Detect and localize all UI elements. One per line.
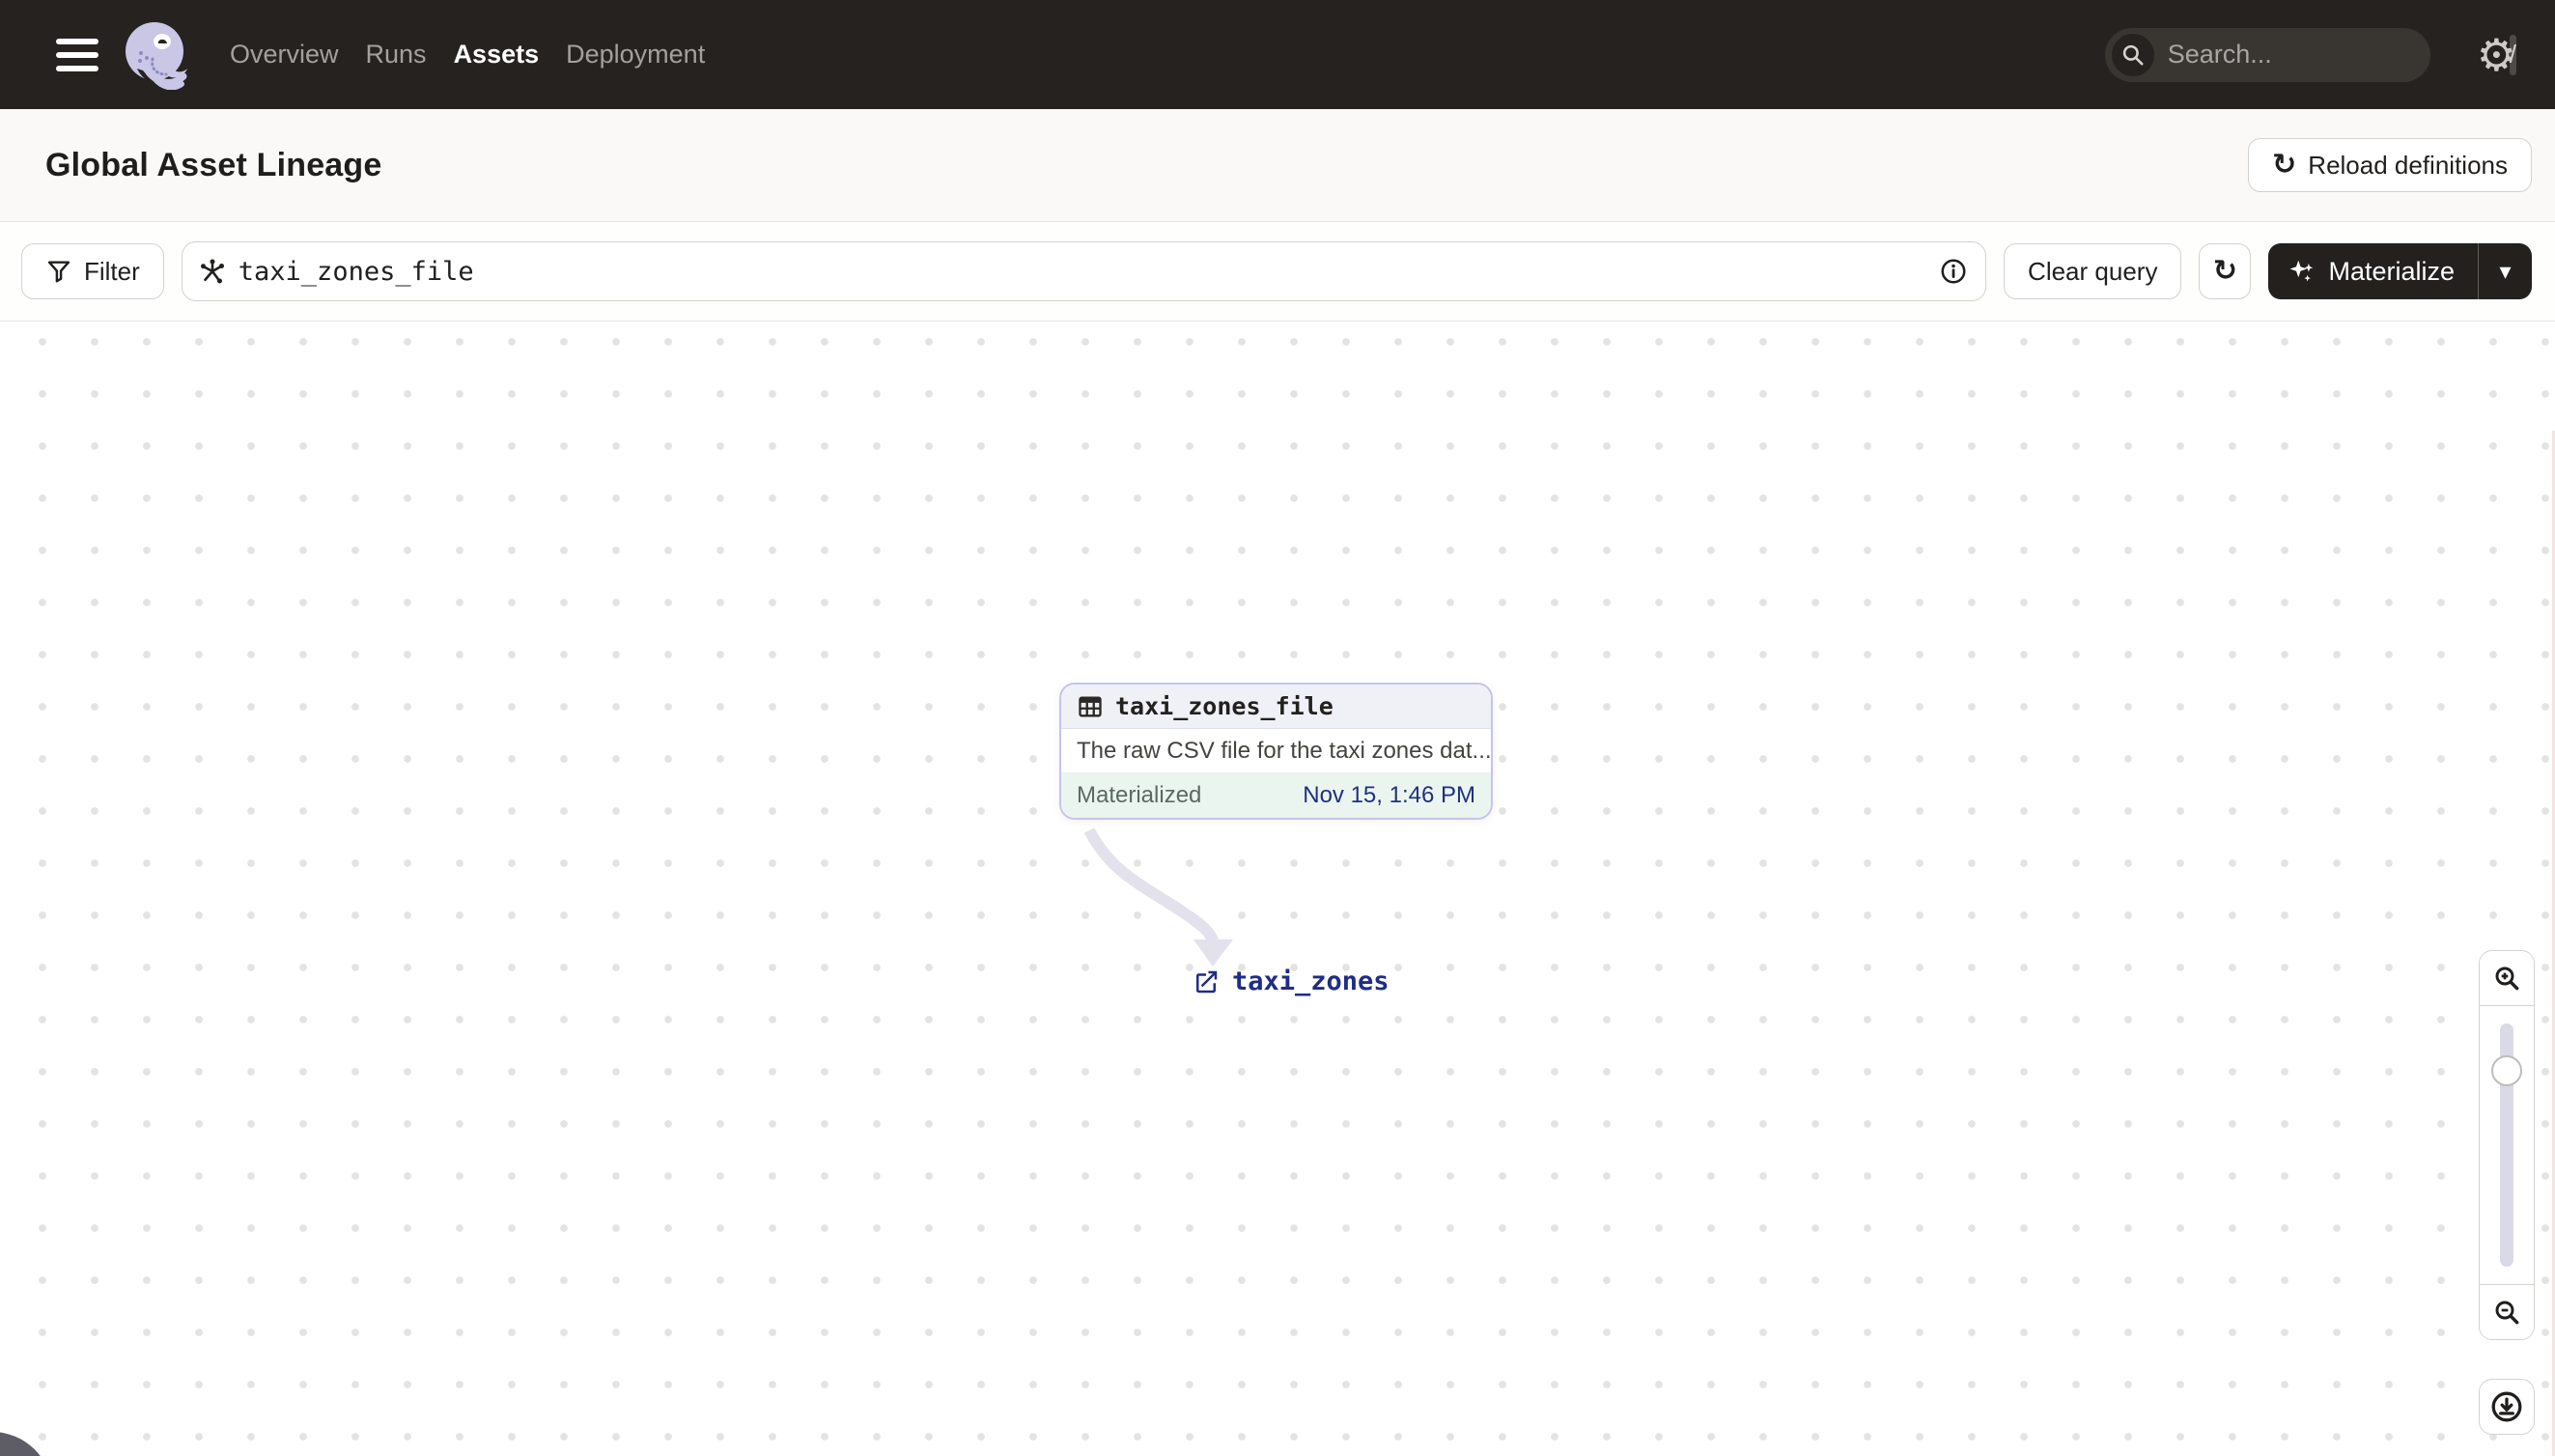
zoom-in-button[interactable]	[2480, 951, 2534, 1005]
asset-node-header[interactable]: taxi_zones_file	[1061, 685, 1491, 729]
page-title: Global Asset Lineage	[45, 146, 382, 183]
materialize-button[interactable]: Materialize	[2268, 243, 2478, 299]
asset-selection-input[interactable]: taxi_zones_file	[181, 241, 1987, 301]
dagster-logo-icon[interactable]	[124, 20, 189, 90]
reload-icon: ↻	[2272, 148, 2297, 182]
materialize-options-caret[interactable]: ▾	[2478, 243, 2532, 299]
zoom-slider[interactable]	[2480, 1005, 2534, 1285]
reload-definitions-button[interactable]: ↻ Reload definitions	[2248, 138, 2532, 192]
query-info-icon[interactable]	[1939, 257, 1968, 286]
materialize-split-button: Materialize ▾	[2268, 243, 2532, 299]
asset-description: The raw CSV file for the taxi zones dat.…	[1061, 729, 1491, 773]
asset-name: taxi_zones_file	[1115, 692, 1334, 720]
nav-assets[interactable]: Assets	[454, 40, 540, 70]
status-badge: Materialized	[1077, 782, 1202, 808]
asset-status-row: Materialized Nov 15, 1:46 PM	[1061, 773, 1491, 818]
top-nav: Overview Runs Assets Deployment / ⚙	[0, 0, 2555, 109]
clear-query-button[interactable]: Clear query	[2004, 243, 2182, 299]
asset-query-value[interactable]: taxi_zones_file	[227, 257, 1939, 287]
refresh-graph-button[interactable]: ↻	[2199, 243, 2252, 299]
global-search[interactable]: /	[2104, 27, 2516, 82]
nav-deployment[interactable]: Deployment	[566, 40, 705, 70]
downstream-asset-name: taxi_zones	[1232, 966, 1390, 996]
download-image-button[interactable]	[2479, 1379, 2535, 1435]
zoom-in-icon	[2495, 966, 2519, 991]
nav-overview[interactable]: Overview	[230, 40, 339, 70]
lineage-toolbar: Filter taxi_zones_file Clear query ↻ Mat…	[0, 222, 2555, 322]
search-input[interactable]	[2153, 40, 2510, 70]
zoom-out-icon	[2495, 1301, 2519, 1325]
search-icon	[2111, 33, 2154, 76]
downstream-asset-taxi-zones[interactable]: taxi_zones	[1192, 966, 1390, 996]
zoom-slider-thumb[interactable]	[2491, 1055, 2522, 1086]
page-header: Global Asset Lineage ↻ Reload definition…	[0, 109, 2555, 222]
funnel-icon	[47, 261, 70, 283]
lineage-canvas[interactable]: taxi_zones_file The raw CSV file for the…	[0, 322, 2555, 1456]
table-icon	[1079, 696, 1102, 716]
primary-nav: Overview Runs Assets Deployment	[230, 40, 705, 70]
zoom-out-button[interactable]	[2480, 1285, 2534, 1339]
refresh-icon: ↻	[2212, 254, 2238, 288]
open-in-new-icon	[1196, 970, 1218, 993]
download-icon	[2491, 1391, 2522, 1422]
asset-node-taxi-zones-file[interactable]: taxi_zones_file The raw CSV file for the…	[1059, 683, 1493, 820]
sparkle-icon	[2289, 260, 2314, 282]
settings-gear-icon[interactable]: ⚙	[2477, 33, 2516, 77]
zoom-controls	[2479, 950, 2535, 1340]
filter-button[interactable]: Filter	[21, 243, 164, 299]
caret-down-icon: ▾	[2499, 258, 2512, 285]
lineage-edge	[1083, 827, 1233, 966]
op-selection-icon	[200, 259, 224, 284]
nav-runs[interactable]: Runs	[366, 40, 427, 70]
hamburger-menu-icon[interactable]	[56, 38, 98, 71]
bottom-left-partial-badge	[0, 1432, 52, 1456]
materialization-time-link[interactable]: Nov 15, 1:46 PM	[1303, 782, 1475, 809]
